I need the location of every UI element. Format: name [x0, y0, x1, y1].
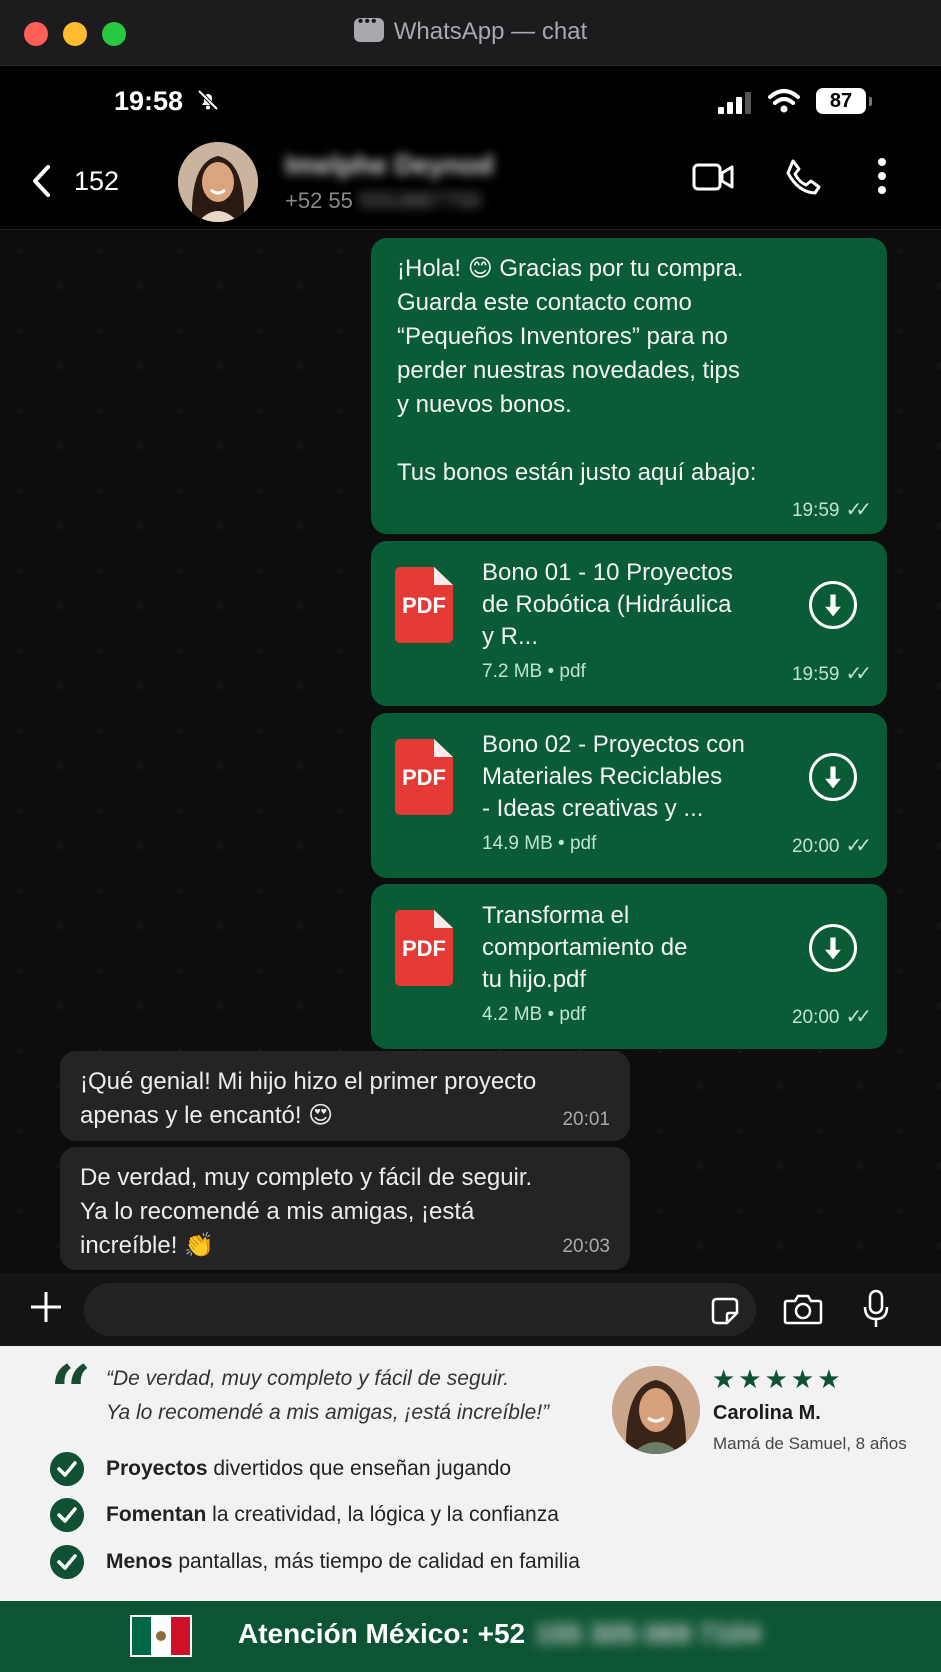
read-receipt-icon: ✓✓ — [845, 835, 871, 857]
phone-redacted: 5553887700 — [358, 188, 482, 213]
check-circle-icon — [50, 1452, 84, 1486]
status-bar: 19:58 87 — [0, 66, 941, 130]
benefit-text: Proyectos divertidos que enseñan jugando — [106, 1457, 511, 1481]
pdf-icon-label: PDF — [402, 936, 446, 961]
benefit-bold: Proyectos — [106, 1457, 208, 1480]
outgoing-message[interactable]: ¡Hola! 😊 Gracias por tu compra. Guarda e… — [371, 238, 887, 534]
document-title: Bono 01 - 10 Proyectos de Robótica (Hidr… — [482, 559, 733, 650]
message-input[interactable] — [84, 1283, 756, 1336]
support-contact[interactable]: Atención México: +52 155 305 069 7104 — [238, 1618, 761, 1650]
woman-portrait-icon — [178, 142, 258, 222]
phone-prefix: +52 55 — [285, 188, 353, 213]
pdf-fold-icon — [434, 567, 453, 585]
incoming-message[interactable]: ¡Qué genial! Mi hijo hizo el primer proy… — [60, 1051, 630, 1141]
document-message[interactable]: PDF Transforma el comportamiento de tu h… — [371, 884, 887, 1049]
quote-mark: “ — [50, 1349, 92, 1434]
rating-stars: ★★★★★ — [712, 1364, 844, 1394]
back-unread-count: 152 — [74, 166, 120, 196]
testimonial-panel: “ “De verdad, muy completo y fácil de se… — [0, 1346, 941, 1601]
benefit-text: Fomentan la creatividad, la lógica y la … — [106, 1503, 559, 1527]
chat-area[interactable]: ¡Hola! 😊 Gracias por tu compra. Guarda e… — [0, 231, 941, 1273]
status-time: 19:58 — [114, 86, 184, 116]
message-text: ¡Qué genial! Mi hijo hizo el primer proy… — [80, 1068, 537, 1129]
message-time: 20:00 — [791, 1007, 840, 1028]
chat-bubble-icon — [353, 13, 384, 42]
pdf-fold-icon — [434, 739, 453, 757]
document-size: 7.2 MB • pdf — [482, 661, 586, 682]
video-call-icon[interactable] — [692, 162, 734, 192]
plus-icon[interactable] — [28, 1289, 64, 1325]
benefit-text: Menos pantallas, más tiempo de calidad e… — [106, 1550, 580, 1574]
message-time: 19:59 — [791, 664, 840, 685]
download-icon[interactable] — [809, 581, 857, 629]
message-meta: 20:00 ✓✓ — [791, 1004, 872, 1029]
cell-signal-icon — [718, 92, 751, 114]
support-number-redacted: 155 305 069 7104 — [535, 1618, 761, 1649]
bell-muted-icon — [197, 89, 219, 111]
message-time: 20:01 — [562, 1109, 610, 1130]
compose-bar — [0, 1273, 941, 1346]
document-size: 14.9 MB • pdf — [482, 833, 597, 854]
microphone-icon[interactable] — [862, 1289, 890, 1329]
pdf-icon-label: PDF — [402, 765, 446, 790]
document-title: Bono 02 - Proyectos con Materiales Recic… — [482, 731, 745, 822]
back-button[interactable]: 152 — [30, 158, 140, 202]
window-title-wrap: WhatsApp — chat — [0, 13, 941, 46]
contact-footer: Atención México: +52 155 305 069 7104 — [0, 1601, 941, 1672]
chat-header: 152 Imelphe Deynod +52 55 5553887700 — [0, 130, 941, 230]
benefit-bold: Menos — [106, 1550, 173, 1573]
download-icon[interactable] — [809, 924, 857, 972]
sticker-icon[interactable] — [709, 1295, 741, 1327]
message-time: 20:00 — [791, 836, 840, 857]
benefit-bold: Fomentan — [106, 1503, 207, 1526]
battery-indicator: 87 — [816, 88, 872, 114]
check-circle-icon — [50, 1545, 84, 1579]
pdf-icon-label: PDF — [402, 593, 446, 618]
document-title: Transforma el comportamiento de tu hijo.… — [482, 902, 688, 993]
wifi-icon — [768, 89, 800, 113]
support-label: Atención México: +52 — [238, 1618, 526, 1649]
contact-phone: +52 55 5553887700 — [285, 188, 481, 214]
contact-name[interactable]: Imelphe Deynod — [285, 150, 494, 181]
read-receipt-icon: ✓✓ — [845, 499, 871, 521]
reviewer-name: Carolina M. — [713, 1402, 821, 1424]
reviewer-role: Mamá de Samuel, 8 años — [713, 1434, 907, 1453]
download-icon[interactable] — [809, 753, 857, 801]
message-meta: 20:00 ✓✓ — [791, 833, 872, 858]
check-circle-icon — [50, 1498, 84, 1532]
document-size: 4.2 MB • pdf — [482, 1004, 586, 1025]
contact-avatar[interactable] — [178, 142, 258, 222]
message-meta: 19:59 ✓✓ — [791, 661, 872, 686]
mexico-flag-icon — [130, 1615, 192, 1657]
pdf-fold-icon — [434, 910, 453, 928]
window-title: WhatsApp — chat — [393, 18, 588, 45]
benefit-rest: divertidos que enseñan jugando — [207, 1457, 512, 1480]
more-options-icon[interactable] — [876, 156, 888, 196]
testimonial-quote: “De verdad, muy completo y fácil de segu… — [106, 1367, 550, 1424]
woman-portrait-icon — [612, 1366, 700, 1454]
read-receipt-icon: ✓✓ — [845, 1006, 871, 1028]
message-time: 20:03 — [562, 1236, 610, 1257]
message-meta: 19:59 ✓✓ — [791, 497, 872, 522]
read-receipt-icon: ✓✓ — [845, 663, 871, 685]
document-message[interactable]: PDF Bono 02 - Proyectos con Materiales R… — [371, 713, 887, 878]
message-text: De verdad, muy completo y fácil de segui… — [80, 1164, 533, 1259]
phone-call-icon[interactable] — [784, 158, 822, 196]
benefit-rest: pantallas, más tiempo de calidad en fami… — [172, 1550, 580, 1573]
benefit-rest: la creatividad, la lógica y la confianza — [206, 1503, 559, 1526]
document-message[interactable]: PDF Bono 01 - 10 Proyectos de Robótica (… — [371, 541, 887, 706]
camera-icon[interactable] — [783, 1292, 823, 1326]
reviewer-avatar — [612, 1366, 700, 1454]
incoming-message[interactable]: De verdad, muy completo y fácil de segui… — [60, 1147, 630, 1270]
chevron-left-icon — [33, 165, 50, 197]
window-titlebar: WhatsApp — chat — [0, 0, 941, 66]
message-text: ¡Hola! 😊 Gracias por tu compra. Guarda e… — [397, 255, 757, 486]
message-time: 19:59 — [791, 500, 840, 521]
